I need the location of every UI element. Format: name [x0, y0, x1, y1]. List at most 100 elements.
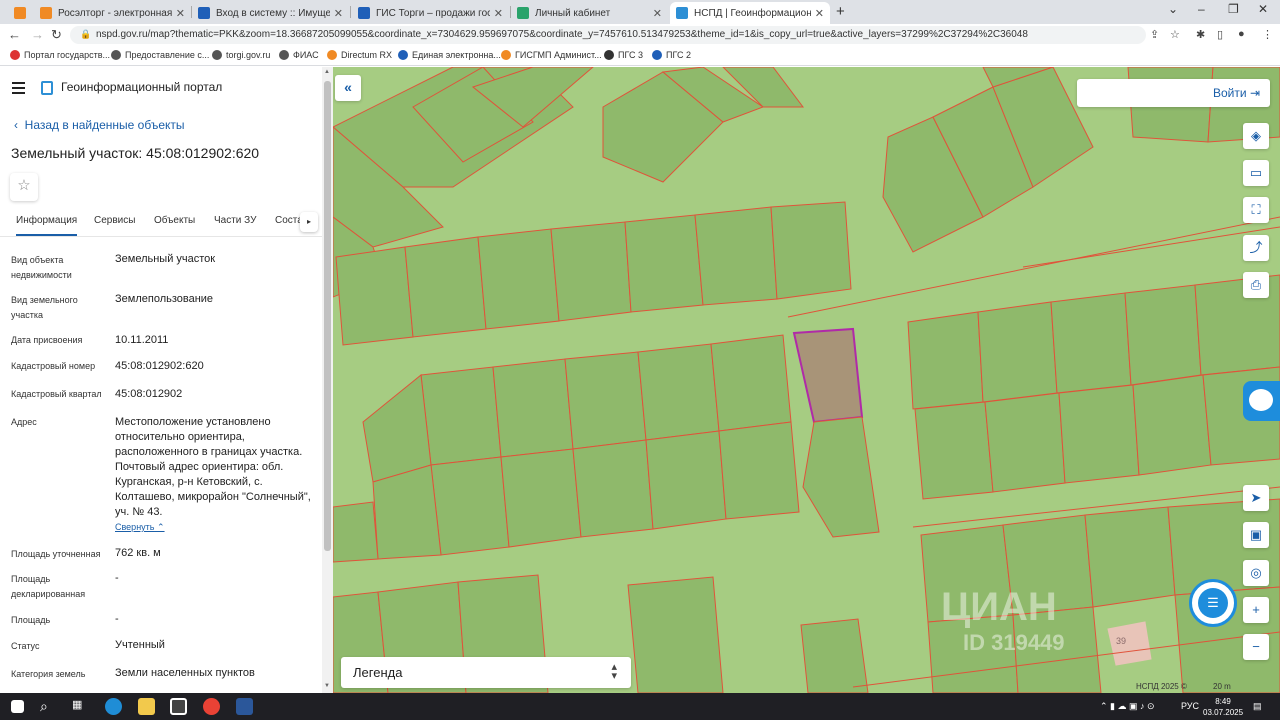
forward-icon[interactable]: → [31, 27, 44, 42]
cadastral-number-value: 45:08:012902:620 [115, 360, 204, 372]
bookmark-item[interactable]: ПГС 3 [604, 50, 643, 60]
favorite-star-icon[interactable]: ☆ [10, 173, 38, 201]
url-field[interactable]: 🔒 nspd.gov.ru/map?thematic=PKK&zoom=18.36… [70, 26, 1146, 44]
support-chat-tab[interactable] [1243, 381, 1280, 421]
bookmark-item[interactable]: ФИАС [279, 50, 319, 60]
app-icon[interactable] [170, 698, 187, 715]
field-value: Земельный участок [115, 253, 216, 265]
file-explorer-icon[interactable] [138, 698, 155, 715]
chevron-left-icon: ‹ [14, 118, 25, 132]
bookmark-item[interactable]: Портал государств... [10, 50, 110, 60]
tab-composition[interactable]: Соста [275, 215, 303, 226]
portal-title: Геоинформационный портал [61, 80, 223, 94]
field-value: - [115, 613, 119, 625]
clock[interactable]: 8:49 03.07.2025 [1203, 696, 1243, 718]
ruler-icon[interactable]: ▭ [1243, 160, 1269, 186]
sidebar-icon[interactable]: ▯ [1217, 28, 1223, 41]
tab-login-property[interactable]: Вход в систему :: Имущественн✕ [192, 2, 349, 24]
tab-info[interactable]: Информация [16, 215, 78, 236]
back-icon[interactable]: ← [8, 27, 21, 42]
notifications-icon[interactable]: ▤ [1253, 701, 1262, 712]
field-label: Адрес [11, 417, 37, 427]
edge-icon[interactable] [105, 698, 122, 715]
chat-button[interactable]: ☰ [1189, 579, 1237, 627]
info-panel: Геоинформационный портал ‹ Назад в найде… [0, 67, 333, 693]
search-location-icon[interactable]: ◎ [1243, 560, 1269, 586]
tab-parts[interactable]: Части ЗУ [214, 215, 256, 226]
map-canvas[interactable] [333, 67, 1280, 693]
chrome-icon[interactable] [203, 698, 220, 715]
share-icon[interactable]: ⇪ [1150, 28, 1159, 41]
bookmark-item[interactable]: torgi.gov.ru [212, 50, 270, 60]
field-label: Статус [11, 641, 40, 651]
lot-label: 39 [1116, 636, 1127, 646]
profile-icon[interactable]: ● [1238, 28, 1245, 40]
back-to-results-link[interactable]: ‹ Назад в найденные объекты [14, 118, 185, 132]
close-window-button[interactable]: ✕ [1258, 2, 1268, 16]
selected-parcel[interactable] [792, 327, 864, 424]
print-icon[interactable]: ⎙ [1243, 272, 1269, 298]
sort-arrows-icon: ▴ ▾ [611, 661, 617, 682]
tray-icons[interactable]: ⌃ ▮ ☁ ▣ ♪ ⊙ [1100, 701, 1155, 712]
minimize-button[interactable]: – [1198, 2, 1205, 16]
bookmark-star-icon[interactable]: ☆ [1170, 28, 1180, 41]
chat-icon [1249, 389, 1273, 411]
watermark: ЦИАН [941, 585, 1057, 629]
bookmark-item[interactable]: Directum RX [327, 50, 392, 60]
zoom-out-button[interactable]: − [1243, 634, 1269, 660]
cadastral-map[interactable]: ЦИАН ID 319449 39 « Войти ⇥ ◈ ▭ ⛶ ⤴ ⎙ ➤ … [333, 67, 1280, 693]
share-icon[interactable]: ⤴ [1243, 235, 1269, 261]
zoom-in-button[interactable]: + [1243, 597, 1269, 623]
tab-personal-cabinet[interactable]: Личный кабинет ✕ [511, 2, 668, 24]
browser-menu-dots-icon[interactable]: ⋮ [1262, 28, 1273, 41]
start-icon[interactable] [11, 700, 24, 713]
tab-services[interactable]: Сервисы [94, 215, 135, 226]
tab-roseltorg[interactable]: Росэлторг - электронная торговл✕ [34, 2, 191, 24]
layers-icon[interactable]: ◈ [1243, 123, 1269, 149]
field-label: Кадастровый квартал [11, 389, 102, 399]
object-tabs: Информация Сервисы Объекты Части ЗУ Сост… [0, 207, 322, 237]
login-button[interactable]: Войти ⇥ [1077, 79, 1270, 107]
search-icon[interactable]: ⌕ [40, 698, 57, 715]
minimap-icon[interactable]: ▣ [1243, 522, 1269, 548]
task-view-icon[interactable]: ▦ [72, 698, 89, 715]
reload-icon[interactable]: ↻ [51, 27, 62, 43]
scrollbar-thumb[interactable] [324, 81, 331, 551]
panel-scrollbar[interactable]: ▲ ▼ [322, 67, 333, 693]
collapse-panel-button[interactable]: « [335, 75, 361, 101]
menu-icon[interactable] [12, 82, 25, 97]
tab-gis-torgi[interactable]: ГИС Торги – продажи государст✕ [352, 2, 509, 24]
collapse-link[interactable]: Свернуть ⌃ [115, 522, 165, 533]
extensions-icon[interactable]: ✱ [1196, 28, 1205, 41]
windows-taskbar: ⌕ ▦ ⌃ ▮ ☁ ▣ ♪ ⊙ РУС 8:49 03.07.2025 ▤ [0, 693, 1280, 720]
tab-objects[interactable]: Объекты [154, 215, 195, 226]
bookmark-item[interactable]: Предоставление с... [111, 50, 209, 60]
bookmarks-bar: Портал государств... Предоставление с...… [0, 46, 1280, 66]
field-value: Учтенный [115, 639, 165, 651]
field-value: Землепользование [115, 293, 214, 305]
tab-search-icon[interactable]: ⌄ [1168, 2, 1178, 16]
browser-tab-bar: Росэлторг - электронная торговл✕ Вход в … [0, 0, 1280, 24]
word-icon[interactable] [236, 698, 253, 715]
field-value: - [115, 572, 119, 584]
legend-select[interactable]: Легенда ▴ ▾ [341, 657, 631, 688]
bookmark-item[interactable]: Единая электронна... [398, 50, 501, 60]
field-value: Земли населенных пунктов [115, 667, 255, 679]
area-select-icon[interactable]: ⛶ [1243, 197, 1269, 223]
address-value: Местоположение установлено относительно … [115, 416, 311, 518]
tab-nspd[interactable]: НСПД | Геоинформационный п✕ [670, 2, 830, 24]
field-label: Дата присвоения [11, 335, 83, 345]
browser-menu-icon[interactable] [8, 2, 34, 24]
locate-icon[interactable]: ➤ [1243, 485, 1269, 511]
bookmark-item[interactable]: ГИСГМП Админист... [501, 50, 602, 60]
new-tab-button[interactable]: + [836, 3, 845, 20]
address-bar: ← → ↻ 🔒 nspd.gov.ru/map?thematic=PKK&zoom… [0, 24, 1280, 46]
field-label: Категория земель [11, 669, 86, 679]
language-indicator[interactable]: РУС [1181, 701, 1199, 711]
tabs-scroll-right-icon[interactable]: ▸ [300, 212, 318, 232]
bookmark-item[interactable]: ПГС 2 [652, 50, 691, 60]
field-label: Вид объекта недвижимости [11, 255, 72, 280]
field-label: Вид земельного участка [11, 295, 78, 320]
maximize-button[interactable]: ❐ [1228, 2, 1239, 16]
watermark-id: ID 319449 [963, 630, 1065, 655]
